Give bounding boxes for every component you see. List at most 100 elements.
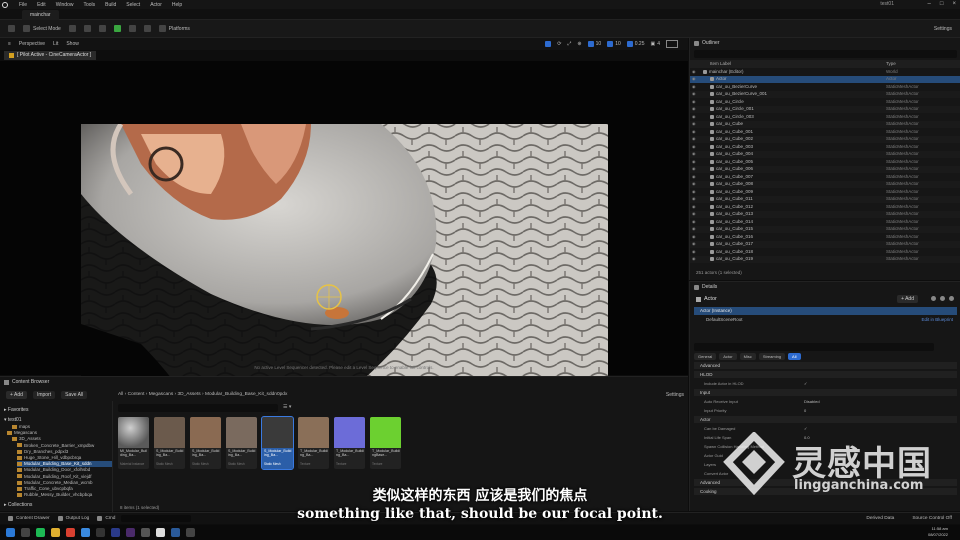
filter-tab-actor[interactable]: Actor bbox=[719, 353, 737, 360]
visibility-eye-icon[interactable]: ◉ bbox=[692, 196, 696, 201]
asset-tile[interactable]: S_Modular_Building_Ba... Static Mesh bbox=[190, 417, 221, 469]
property-value[interactable]: Disabled bbox=[804, 398, 820, 405]
play-button[interactable] bbox=[113, 25, 121, 32]
mail-icon[interactable] bbox=[96, 528, 105, 537]
visibility-eye-icon[interactable]: ◉ bbox=[692, 84, 696, 89]
visibility-eye-icon[interactable]: ◉ bbox=[692, 99, 696, 104]
outliner-row[interactable]: ◉ car_ou_Cube_008 StaticMeshActor bbox=[690, 180, 960, 188]
start-icon[interactable] bbox=[6, 528, 15, 537]
perspective-button[interactable]: Perspective bbox=[19, 41, 45, 47]
visibility-eye-icon[interactable]: ◉ bbox=[692, 249, 696, 254]
taskbar-clock[interactable]: 11:58 am 08/07/2022 bbox=[928, 526, 948, 537]
outliner-row[interactable]: ◉ car_ou_Circle StaticMeshActor bbox=[690, 98, 960, 106]
menu-item-build[interactable]: Build bbox=[105, 2, 116, 8]
outliner-row[interactable]: ◉ car_ou_Cube_004 StaticMeshActor bbox=[690, 150, 960, 158]
folder-item[interactable]: Modular_Building_Base_Kit_sddn bbox=[17, 461, 112, 468]
filter-tab-general[interactable]: General bbox=[694, 353, 717, 360]
property-section[interactable]: Actor bbox=[694, 416, 957, 423]
property-section[interactable]: Advanced bbox=[694, 362, 957, 369]
breadcrumb-item[interactable]: Megascans bbox=[149, 392, 174, 397]
filter-tab-all[interactable]: All bbox=[788, 353, 801, 360]
folder-item[interactable]: Broken_Concrete_Barrier_xmpdbw bbox=[17, 443, 112, 449]
spotify-icon[interactable] bbox=[36, 528, 45, 537]
settings-icon[interactable] bbox=[949, 296, 954, 301]
visibility-eye-icon[interactable]: ◉ bbox=[692, 91, 696, 96]
obs-icon[interactable] bbox=[171, 528, 180, 537]
outliner-row[interactable]: ◉ car_ou_Cube_003 StaticMeshActor bbox=[690, 143, 960, 151]
translate-tool[interactable] bbox=[545, 41, 552, 47]
breadcrumb-item[interactable]: Content bbox=[128, 392, 145, 397]
scale-tool[interactable]: ⤢ bbox=[567, 41, 571, 47]
outliner-row[interactable]: ◉ car_ou_Cube_011 StaticMeshActor bbox=[690, 195, 960, 203]
visibility-eye-icon[interactable]: ◉ bbox=[692, 226, 696, 231]
details-search-input[interactable] bbox=[694, 343, 934, 351]
asset-tile[interactable]: S_Modular_Building_Ba... Static Mesh bbox=[226, 417, 257, 469]
platforms-button[interactable]: Platforms bbox=[158, 25, 190, 32]
menu-item-window[interactable]: Window bbox=[56, 2, 74, 8]
visibility-eye-icon[interactable]: ◉ bbox=[692, 151, 696, 156]
outliner-row[interactable]: ◉ car_ou_BezierCurve_001 StaticMeshActor bbox=[690, 90, 960, 98]
visibility-eye-icon[interactable]: ◉ bbox=[692, 69, 696, 74]
world-space-toggle[interactable]: ⊕ bbox=[577, 41, 581, 47]
breadcrumb-item[interactable]: Modular_Building_Base_Kit_sddn0pdx bbox=[205, 392, 287, 397]
outliner-row[interactable]: ◉ car_ou_Circle_003 StaticMeshActor bbox=[690, 113, 960, 121]
rotate-tool[interactable]: ⟳ bbox=[557, 41, 561, 47]
visibility-eye-icon[interactable]: ◉ bbox=[692, 136, 696, 141]
grid-snap[interactable]: 10 bbox=[587, 41, 601, 47]
outliner-row[interactable]: ◉ car_ou_Cube_007 StaticMeshActor bbox=[690, 173, 960, 181]
visibility-eye-icon[interactable]: ◉ bbox=[692, 219, 696, 224]
visibility-eye-icon[interactable]: ◉ bbox=[692, 204, 696, 209]
outliner-row[interactable]: ◉ car_ou_Cube_016 StaticMeshActor bbox=[690, 233, 960, 241]
outliner-row[interactable]: ◉ car_ou_Cube_009 StaticMeshActor bbox=[690, 188, 960, 196]
favorites-header[interactable]: ▸ Favorites bbox=[4, 407, 28, 413]
menu-item-help[interactable]: Help bbox=[172, 2, 182, 8]
visibility-eye-icon[interactable]: ◉ bbox=[692, 174, 696, 179]
component-default-scene-root[interactable]: DefaultSceneRoot Edit in Blueprint bbox=[694, 316, 957, 324]
visibility-eye-icon[interactable]: ◉ bbox=[692, 106, 696, 111]
outliner-row[interactable]: ◉ car_ou_Cube_006 StaticMeshActor bbox=[690, 165, 960, 173]
edit-in-blueprint-link[interactable]: Edit in Blueprint bbox=[921, 316, 953, 324]
project-header[interactable]: ▾ test01 bbox=[4, 417, 22, 423]
menu-item-file[interactable]: File bbox=[19, 2, 27, 8]
visibility-eye-icon[interactable]: ◉ bbox=[692, 234, 696, 239]
asset-tile[interactable]: T_Modular_Building_Ba... Texture bbox=[298, 417, 329, 469]
col-type[interactable]: Type bbox=[886, 61, 896, 66]
content-browser-tab[interactable]: Content Browser bbox=[4, 379, 49, 385]
lit-button[interactable]: Lit bbox=[53, 41, 58, 47]
asset-tile[interactable]: S_Modular_Building_Ba... Static Mesh bbox=[261, 416, 294, 470]
select-mode-button[interactable]: Select Mode bbox=[23, 25, 61, 32]
property-value[interactable]: ✓ bbox=[804, 380, 807, 387]
outliner-row[interactable]: ◉ car_ou_Cube_012 StaticMeshActor bbox=[690, 203, 960, 211]
outliner-row[interactable]: ◉ car_ou_BezierCurve StaticMeshActor bbox=[690, 83, 960, 91]
asset-tile[interactable]: MI_Modular_Building_Ba... Material Instan… bbox=[118, 417, 149, 469]
cb-settings-button[interactable]: Settings bbox=[666, 392, 684, 398]
property-value[interactable]: ✓ bbox=[804, 425, 807, 432]
menu-item-actor[interactable]: Actor bbox=[150, 2, 162, 8]
visibility-eye-icon[interactable]: ◉ bbox=[692, 166, 696, 171]
outliner-row[interactable]: ◉ car_ou_Cube_001 StaticMeshActor bbox=[690, 128, 960, 136]
folder-item[interactable]: maps bbox=[12, 424, 112, 430]
visibility-eye-icon[interactable]: ◉ bbox=[692, 241, 696, 246]
maximize-viewport-button[interactable] bbox=[666, 40, 678, 48]
edge-icon[interactable] bbox=[81, 528, 90, 537]
maximize-icon[interactable]: □ bbox=[940, 1, 944, 7]
minimize-icon[interactable]: – bbox=[928, 1, 931, 7]
menu-item-select[interactable]: Select bbox=[126, 2, 140, 8]
chrome-icon[interactable] bbox=[66, 528, 75, 537]
outliner-row[interactable]: ◉ Actor Actor bbox=[690, 75, 960, 83]
save-button[interactable] bbox=[8, 25, 15, 32]
property-section[interactable]: HLOD bbox=[694, 371, 957, 378]
folder-item[interactable]: Modular_Building_Door_xfolhsbd bbox=[17, 467, 112, 473]
angle-snap[interactable]: 10 bbox=[607, 41, 621, 47]
visibility-eye-icon[interactable]: ◉ bbox=[692, 256, 696, 261]
outliner-row[interactable]: ◉ car_ou_Cube_005 StaticMeshActor bbox=[690, 158, 960, 166]
filter-tab-misc[interactable]: Misc bbox=[739, 353, 756, 360]
visibility-eye-icon[interactable]: ◉ bbox=[692, 121, 696, 126]
visibility-eye-icon[interactable]: ◉ bbox=[692, 144, 696, 149]
toolbar-settings-button[interactable]: Settings bbox=[934, 26, 952, 32]
menu-item-tools[interactable]: Tools bbox=[83, 2, 95, 8]
outliner-tab[interactable]: Outliner bbox=[694, 39, 720, 48]
cinematics-button[interactable] bbox=[98, 25, 106, 32]
outliner-search-input[interactable] bbox=[694, 50, 957, 58]
visibility-eye-icon[interactable]: ◉ bbox=[692, 129, 696, 134]
